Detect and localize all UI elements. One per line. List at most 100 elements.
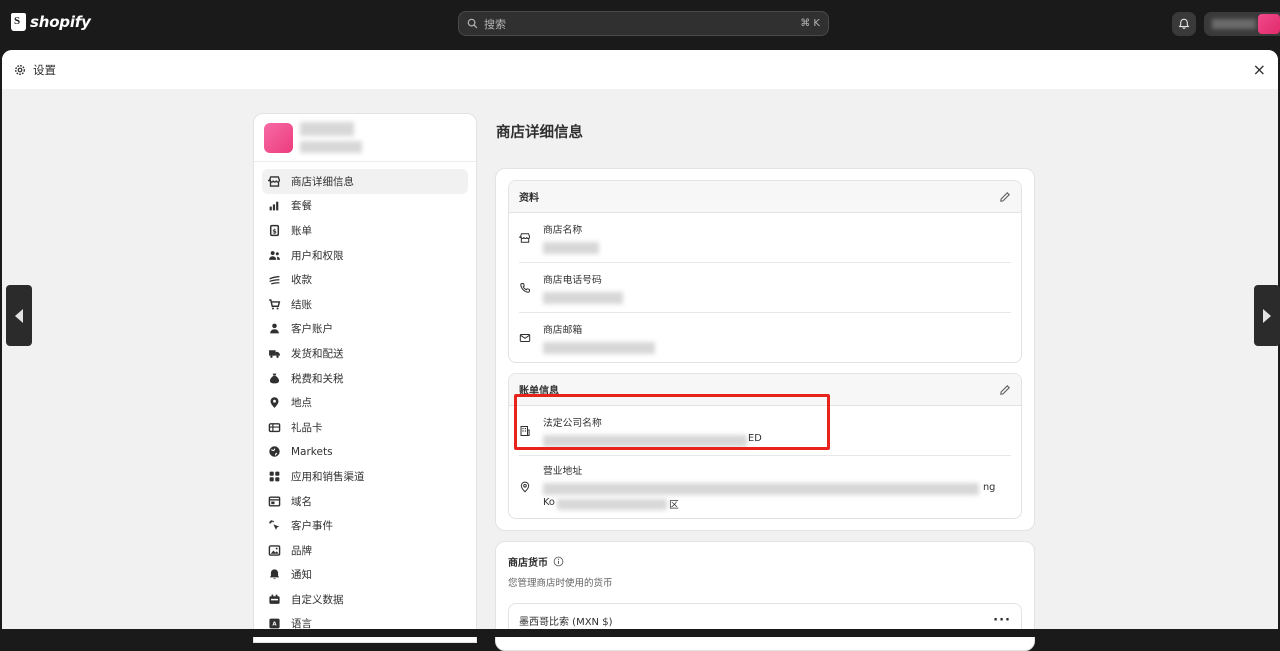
legal-company-name-suffix: ED — [748, 432, 762, 444]
settings-sidebar: 商店详细信息套餐 $ 账单用户和权限收款结账客户账户发货和配送税费和关税地点礼品卡 M… — [253, 113, 477, 643]
sidebar-item-label: 用户和权限 — [291, 249, 344, 262]
store-email-label: 商店邮箱 — [543, 324, 583, 336]
bottom-bar — [0, 629, 1280, 637]
store-switcher[interactable] — [254, 114, 476, 162]
sidebar-item-label: Markets — [291, 445, 333, 458]
store-logo — [264, 123, 293, 153]
sidebar-item-label: 套餐 — [291, 200, 312, 213]
sidebar-item[interactable]: 发货和配送 — [262, 341, 468, 366]
legal-company-name-row[interactable]: 法定公司名称 ED — [509, 406, 1021, 455]
sidebar-item-label: 通知 — [291, 569, 312, 582]
account-menu[interactable] — [1204, 12, 1280, 36]
cart-icon — [267, 297, 281, 311]
store-name-redacted — [300, 122, 354, 136]
search-bar[interactable]: 搜索 ⌘ K — [458, 11, 829, 36]
sidebar-item[interactable]: 用户和权限 — [262, 243, 468, 268]
sidebar-item-label: 地点 — [291, 397, 312, 410]
truck-icon — [267, 346, 281, 360]
svg-text:$: $ — [272, 227, 277, 235]
sidebar-item-label: 自定义数据 — [291, 593, 344, 606]
pencil-icon[interactable] — [999, 191, 1011, 203]
store-email-row[interactable]: 商店邮箱 — [509, 313, 1021, 362]
info-icon[interactable] — [553, 556, 564, 567]
location-pin-icon — [267, 396, 281, 410]
sidebar-item[interactable]: 域名 — [262, 489, 468, 514]
bell-icon — [267, 568, 281, 582]
profile-heading: 资料 — [519, 193, 539, 204]
previous-arrow-button[interactable] — [6, 285, 32, 346]
store-email-value-redacted — [543, 340, 655, 354]
billing-info-heading: 账单信息 — [519, 386, 559, 397]
sidebar-item[interactable]: 商店详细信息 — [262, 169, 468, 194]
store-name-label: 商店名称 — [543, 224, 583, 236]
sidebar-item[interactable]: 税费和关税 — [262, 366, 468, 391]
store-icon — [519, 232, 530, 243]
top-bar: shopify 搜索 ⌘ K — [0, 0, 1280, 46]
modal-header: 设置 × — [2, 50, 1278, 89]
search-placeholder: 搜索 — [484, 17, 506, 31]
sidebar-item-label: 应用和销售渠道 — [291, 470, 365, 483]
sidebar-item[interactable]: 品牌 — [262, 538, 468, 563]
shopify-bag-icon — [11, 13, 26, 31]
profile-header: 资料 — [509, 181, 1021, 213]
person-icon — [267, 322, 281, 336]
billing-info-header: 账单信息 — [509, 374, 1021, 406]
sidebar-item[interactable]: 地点 — [262, 390, 468, 415]
billing-icon: $ — [267, 223, 281, 237]
sidebar-item[interactable]: $ 账单 — [262, 218, 468, 243]
sidebar-item[interactable]: 通知 — [262, 563, 468, 588]
store-name-value-redacted — [543, 240, 599, 254]
sidebar-item-label: 客户账户 — [291, 323, 333, 336]
sidebar-item[interactable]: 应用和销售渠道 — [262, 464, 468, 489]
more-actions-icon[interactable]: ··· — [993, 613, 1011, 628]
sidebar-item-label: 礼品卡 — [291, 421, 323, 434]
business-address-value: ng Ko 区 — [542, 481, 1011, 511]
brand-image-icon — [267, 543, 281, 557]
notifications-button[interactable] — [1172, 12, 1196, 36]
next-arrow-button[interactable] — [1254, 285, 1280, 346]
sidebar-item-label: 税费和关税 — [291, 372, 344, 385]
business-address-line1-end: ng — [982, 482, 996, 493]
sidebar-item[interactable]: 套餐 — [262, 194, 468, 219]
sidebar-item[interactable]: Markets — [262, 440, 468, 465]
store-name-row[interactable]: 商店名称 — [509, 213, 1021, 262]
money-bag-icon — [267, 371, 281, 385]
arrow-right-icon — [1263, 308, 1271, 323]
domain-icon — [267, 494, 281, 508]
bell-icon — [1178, 18, 1190, 29]
business-address-row[interactable]: 营业地址 ng Ko 区 — [509, 456, 1021, 518]
sidebar-nav: 商店详细信息套餐 $ 账单用户和权限收款结账客户账户发货和配送税费和关税地点礼品卡 M… — [254, 162, 476, 643]
custom-data-icon — [267, 592, 281, 606]
store-details-card: 资料 商店名称 商店电话号码 商店邮箱 账单信息 法定公司名称 ED 营业地址 … — [495, 168, 1035, 531]
building-icon — [520, 425, 530, 436]
legal-company-name-value: ED — [543, 433, 773, 447]
sidebar-item-label: 收款 — [291, 274, 312, 287]
search-shortcut: ⌘ K — [800, 18, 820, 29]
store-phone-row[interactable]: 商店电话号码 — [509, 263, 1021, 312]
sidebar-item[interactable]: 客户事件 — [262, 513, 468, 538]
search-icon — [467, 18, 478, 29]
brand-wordmark: shopify — [30, 13, 91, 31]
sidebar-item[interactable]: 结账 — [262, 292, 468, 317]
sidebar-item-label: 客户事件 — [291, 520, 333, 533]
users-icon — [267, 248, 281, 262]
sidebar-item-label: 账单 — [291, 224, 312, 237]
sidebar-item[interactable]: 自定义数据 — [262, 587, 468, 612]
store-currency-subtitle: 您管理商店时使用的货币 — [508, 578, 613, 589]
store-avatar — [1258, 14, 1280, 34]
pencil-icon[interactable] — [999, 384, 1011, 396]
account-name-redacted — [1212, 19, 1256, 29]
sidebar-item[interactable]: 礼品卡 — [262, 415, 468, 440]
sidebar-item[interactable]: 收款 — [262, 267, 468, 292]
billing-info-section: 账单信息 法定公司名称 ED 营业地址 ng Ko 区 — [508, 373, 1022, 519]
shopify-logo[interactable]: shopify — [11, 13, 91, 31]
business-address-label: 营业地址 — [542, 466, 583, 477]
cursor-sparkle-icon — [267, 519, 281, 533]
store-phone-label: 商店电话号码 — [543, 274, 602, 286]
profile-section: 资料 商店名称 商店电话号码 商店邮箱 — [508, 180, 1022, 363]
payments-icon — [267, 273, 281, 287]
store-icon — [267, 174, 281, 188]
main-content: 商店详细信息 资料 商店名称 商店电话号码 商店邮箱 账单信息 法定公司名称 E… — [495, 113, 1035, 651]
sidebar-item[interactable]: 客户账户 — [262, 317, 468, 342]
close-button[interactable]: × — [1253, 60, 1266, 79]
